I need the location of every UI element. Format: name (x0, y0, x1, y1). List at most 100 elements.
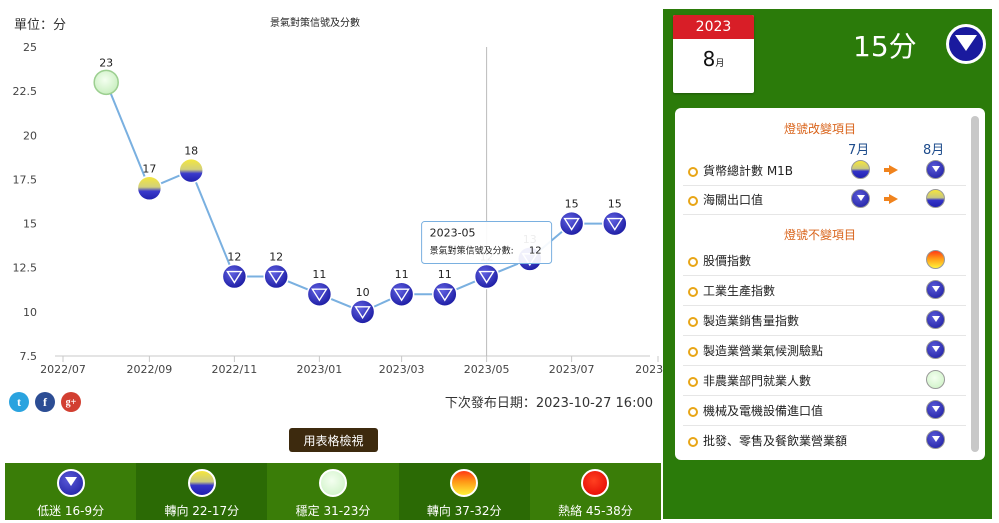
x-tick-label: 2023/05 (464, 363, 510, 376)
bullet-icon (688, 257, 698, 267)
list-item: 非農業部門就業人數 (683, 366, 966, 396)
data-point (306, 281, 333, 307)
blue-signal-icon (926, 400, 945, 419)
data-point (602, 210, 628, 237)
blue-signal-icon (926, 430, 945, 449)
indicator-label: 製造業營業氣候測驗點 (703, 344, 824, 358)
list-item: 海關出口值 (683, 185, 966, 215)
red-signal-icon (581, 469, 610, 497)
legend-item-yellow-red: 轉向 37-32分 (398, 463, 530, 520)
list-item: 批發、零售及餐飲業營業額 (683, 426, 966, 455)
series-line (105, 81, 615, 313)
bullet-icon (688, 407, 698, 417)
yellow-blue-signal-icon (926, 189, 945, 208)
arrow-right-icon (884, 194, 898, 204)
line-chart[interactable]: 景氣對策信號及分數 7.5 10 12.5 15 17.5 20 22.5 25 2022/07 2… (0, 0, 666, 392)
y-tick-label: 10 (23, 306, 37, 319)
y-tick-label: 7.5 (20, 350, 38, 363)
list-item: 機械及電機設備進口值 (683, 396, 966, 426)
data-label: 15 (565, 198, 579, 211)
data-point (136, 175, 163, 202)
list-scrollbar[interactable] (971, 116, 979, 452)
list-item: 股價指數 (683, 246, 966, 276)
twitter-icon[interactable]: t (9, 392, 29, 412)
indicator-label: 非農業部門就業人數 (703, 374, 812, 388)
data-point (388, 281, 415, 307)
indicator-label: 批發、零售及餐飲業營業額 (703, 434, 848, 448)
yellow-red-signal-icon (926, 250, 945, 269)
list-item: 製造業營業氣候測驗點 (683, 336, 966, 366)
blue-signal-icon (926, 340, 945, 359)
legend-label: 轉向 37-32分 (426, 504, 502, 518)
x-tick-label: 2022/07 (40, 363, 86, 376)
blue-signal-icon (926, 310, 945, 329)
bullet-icon (688, 287, 698, 297)
data-label: 18 (184, 145, 198, 158)
indicator-list[interactable]: 燈號改變項目 7月 8月 貨幣總計數 M1B 海關出口值 燈號不變項目 股價指數… (675, 108, 985, 460)
green-signal-icon (319, 469, 347, 497)
calendar-icon: 2023 8月 (673, 15, 754, 93)
chart-title: 景氣對策信號及分數 (270, 16, 360, 29)
list-item: 工業生產指數 (683, 276, 966, 306)
data-label: 23 (99, 56, 113, 69)
legend-item-green: 穩定 31-23分 (267, 463, 398, 520)
legend-label: 熱絡 45-38分 (558, 504, 633, 518)
legend-label: 穩定 31-23分 (295, 504, 371, 518)
data-label: 17 (142, 162, 156, 175)
y-tick-label: 22.5 (13, 85, 38, 98)
data-point (178, 157, 204, 184)
indicator-label: 機械及電機設備進口值 (703, 404, 824, 418)
yellow-blue-signal-icon (187, 469, 216, 497)
x-tick-label: 2023/07 (549, 363, 595, 376)
indicator-label: 工業生產指數 (703, 284, 776, 298)
data-label: 15 (608, 198, 622, 211)
y-tick-label: 15 (23, 218, 37, 231)
y-tick-label: 25 (23, 41, 37, 54)
list-item: 製造業銷售量指數 (683, 306, 966, 336)
data-point (221, 263, 248, 290)
data-label: 11 (438, 268, 452, 281)
y-tick-label: 12.5 (13, 262, 38, 275)
bullet-icon (688, 347, 698, 357)
x-tick-label: 2023/03 (379, 363, 425, 376)
indicator-label: 貨幣總計數 M1B (703, 164, 794, 178)
indicator-label: 製造業銷售量指數 (703, 314, 800, 328)
green-signal-icon (926, 370, 945, 389)
data-point (432, 281, 458, 307)
x-tick-label: 2022/09 (127, 363, 173, 376)
x-tick-label: 2023/09 (635, 363, 665, 376)
data-label: 12 (269, 251, 283, 264)
bullet-icon (688, 167, 698, 177)
bullet-icon (688, 196, 698, 206)
facebook-icon[interactable]: f (35, 392, 55, 412)
bullet-icon (688, 377, 698, 387)
legend-label: 轉向 22-17分 (164, 504, 240, 518)
chart-area: 單位：分 景氣對策信號及分數 7.5 10 12.5 15 17.5 20 22.5 25 202… (0, 0, 665, 463)
data-label: 10 (356, 286, 370, 299)
y-tick-label: 20 (23, 129, 37, 142)
x-tick-label: 2022/11 (212, 363, 258, 376)
current-score: 15分 (853, 30, 917, 63)
bullet-icon (688, 317, 698, 327)
google-plus-icon[interactable]: g+ (61, 392, 81, 412)
calendar-month-number: 8 (702, 47, 716, 71)
bullet-icon (688, 437, 698, 447)
tooltip-value: 12 (529, 246, 542, 257)
yellow-blue-signal-icon (851, 160, 870, 179)
signal-legend: 低迷 16-9分 轉向 22-17分 穩定 31-23分 轉向 37-32分 熱… (5, 463, 661, 520)
legend-item-red: 熱絡 45-38分 (530, 463, 661, 520)
calendar-month-unit: 月 (715, 59, 725, 69)
data-label: 12 (227, 251, 241, 264)
data-label: 11 (312, 268, 326, 281)
unchanged-items-title: 燈號不變項目 (783, 228, 856, 242)
current-signal-icon (946, 24, 986, 64)
blue-signal-icon (56, 469, 85, 497)
table-view-button[interactable]: 用表格檢視 (289, 428, 378, 452)
tooltip-label: 景氣對策信號及分數: (430, 245, 514, 257)
data-point (558, 210, 585, 237)
data-point (473, 263, 500, 290)
indicator-label: 海關出口值 (703, 193, 764, 207)
indicator-label: 股價指數 (703, 254, 752, 268)
changed-items-title: 燈號改變項目 (783, 122, 856, 136)
calendar-month: 8月 (673, 47, 754, 71)
